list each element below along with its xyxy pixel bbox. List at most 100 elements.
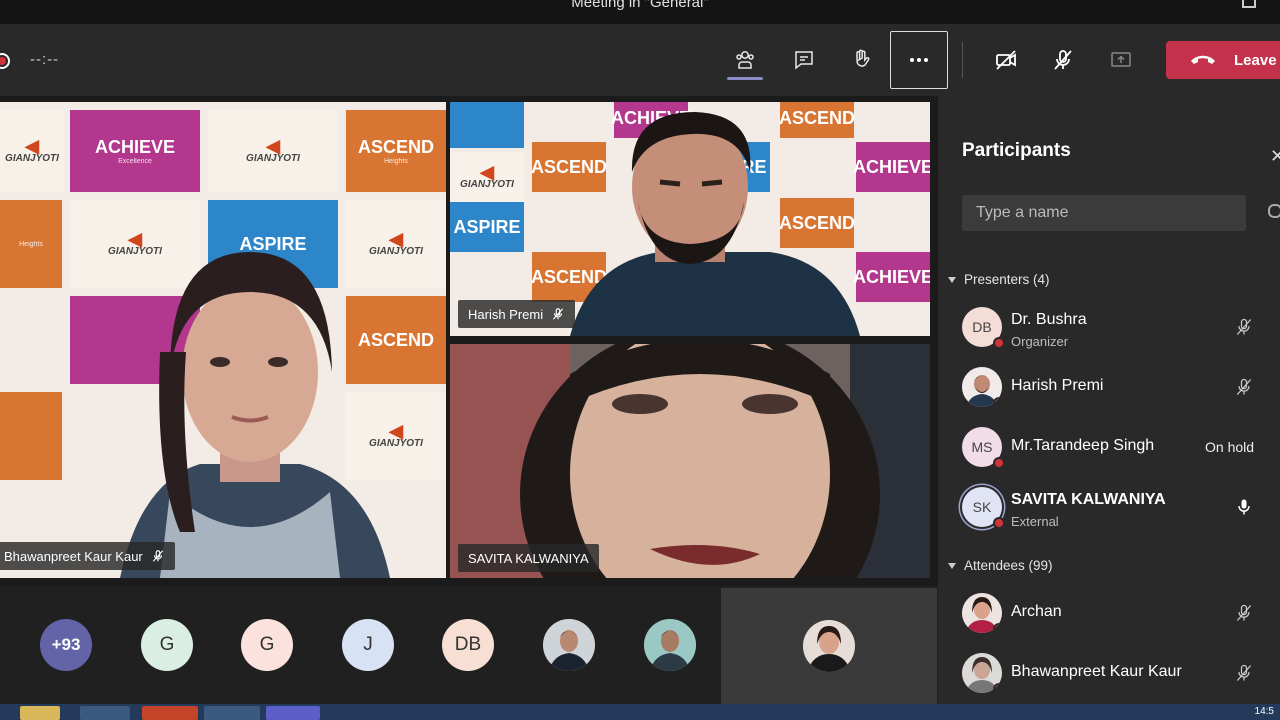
backdrop-logo: ◀ GIANJYOTI — [0, 110, 64, 192]
share-screen-button[interactable] — [1098, 36, 1144, 84]
camera-off-icon — [996, 50, 1016, 70]
presence-busy-icon — [993, 397, 1002, 407]
participants-icon — [736, 51, 754, 69]
more-options-icon — [910, 58, 928, 62]
more-options-button[interactable] — [890, 31, 948, 89]
teams-icon[interactable] — [266, 706, 320, 720]
backdrop-ascend: ASCEND Heights — [346, 110, 446, 192]
participant-avatar[interactable]: J — [342, 619, 394, 671]
mic-on-icon — [1238, 499, 1250, 515]
leave-label: Leave — [1234, 51, 1277, 69]
participant-row[interactable]: SK SAVITA KALWANIYA External — [958, 479, 1280, 535]
taskbar-app-icon[interactable] — [80, 706, 130, 720]
title-bar: Meeting in "General" — [0, 0, 1280, 24]
file-explorer-icon[interactable] — [20, 706, 60, 720]
meeting-timer: --:-- — [30, 51, 60, 68]
overflow-participants-row: +93 G G J DB — [0, 586, 938, 704]
chrome-icon[interactable] — [204, 706, 260, 720]
participant-avatar — [962, 593, 1002, 633]
participant-name: Bhawanpreet Kaur Kaur — [1011, 663, 1182, 680]
share-screen-icon — [1111, 52, 1131, 67]
participant-video-feed — [450, 344, 930, 578]
toolbar-divider — [962, 42, 963, 78]
presence-busy-icon — [993, 457, 1005, 469]
participant-name: SAVITA KALWANIYA — [1011, 491, 1166, 508]
participant-name: Harish Premi — [468, 306, 544, 322]
participant-name: SAVITA KALWANIYA — [468, 550, 589, 566]
participant-avatar — [962, 653, 1002, 693]
mic-off-icon — [1236, 604, 1252, 621]
participant-name-tag: Harish Premi — [458, 300, 576, 328]
video-tile-bhawanpreet[interactable]: ◀ GIANJYOTI ACHIEVE Excellence ◀ GIANJYOTI … — [0, 102, 446, 578]
participant-row[interactable]: DB Dr. Bushra Organizer — [958, 299, 1280, 355]
panel-title: Participants — [962, 140, 1071, 161]
close-icon[interactable]: ✕ — [1270, 146, 1280, 167]
chevron-down-icon — [948, 562, 956, 569]
share-invite-icon[interactable] — [1268, 204, 1280, 218]
presence-busy-icon — [993, 517, 1005, 529]
avatar-photo — [543, 619, 595, 671]
presence-busy-icon — [993, 337, 1005, 349]
participant-role: External — [1011, 514, 1059, 529]
participant-video-feed — [570, 112, 860, 336]
hang-up-icon — [1191, 55, 1215, 64]
presence-busy-icon — [993, 683, 1002, 693]
participant-search-input[interactable] — [962, 195, 1246, 231]
chevron-down-icon — [948, 276, 956, 283]
backdrop-ascend — [0, 392, 62, 480]
participant-name: Bhawanpreet Kaur Kaur — [4, 548, 143, 564]
participant-row[interactable]: Harish Premi — [958, 359, 1280, 415]
self-video-preview[interactable] — [721, 588, 937, 704]
participant-avatar[interactable]: DB — [442, 619, 494, 671]
mic-off-icon — [1236, 318, 1252, 335]
attendees-section-header[interactable]: Attendees (99) — [948, 558, 1053, 573]
chat-button[interactable] — [781, 36, 827, 84]
section-label: Attendees (99) — [964, 558, 1053, 573]
participant-avatar — [962, 367, 1002, 407]
participant-name: Archan — [1011, 603, 1062, 620]
clock: 14:5 — [1254, 706, 1274, 717]
participants-button[interactable] — [722, 36, 768, 84]
leave-button[interactable]: Leave — [1166, 41, 1280, 79]
teams-meeting-window: Meeting in "General" --:-- Leave ◀ GIANJ… — [0, 0, 1280, 720]
raise-hand-icon — [856, 49, 870, 67]
participant-name-tag: SAVITA KALWANIYA — [458, 544, 599, 572]
more-participants-button[interactable]: +93 — [40, 619, 92, 671]
mic-off-icon — [1236, 378, 1252, 395]
participant-name: Dr. Bushra — [1011, 311, 1087, 328]
recording-icon — [0, 53, 10, 69]
backdrop-achieve: ACHIEVE Excellence — [70, 110, 200, 192]
mic-off-icon — [553, 308, 564, 320]
avatar-photo — [803, 620, 855, 672]
backdrop-achieve: ACHIEVE — [853, 142, 930, 192]
participant-avatar[interactable]: G — [141, 619, 193, 671]
camera-toggle-button[interactable] — [983, 36, 1029, 84]
mic-off-icon — [152, 550, 163, 562]
backdrop-ascend: Heights — [0, 200, 62, 288]
participant-avatar-photo[interactable] — [644, 619, 696, 671]
participant-avatar: DB — [962, 307, 1005, 349]
meeting-toolbar: --:-- Leave — [0, 24, 1280, 96]
backdrop-logo: ◀ GIANJYOTI — [208, 110, 338, 192]
participant-row[interactable]: Bhawanpreet Kaur Kaur — [958, 645, 1280, 701]
participant-role: Organizer — [1011, 334, 1069, 349]
video-tile-harish[interactable]: ACHIEVE ASCEND ◀GIANJYOTI ASCEND ASPIRE … — [450, 102, 930, 336]
avatar-photo — [644, 619, 696, 671]
presence-busy-icon — [993, 623, 1002, 633]
backdrop-logo: ◀ GIANJYOTI — [450, 152, 524, 202]
participants-panel: Participants ✕ Presenters (4) DB Dr. Bus… — [938, 96, 1280, 704]
popout-icon[interactable] — [1242, 0, 1256, 8]
mic-off-icon — [1054, 50, 1072, 70]
participant-avatar: MS — [962, 427, 1005, 469]
mic-toggle-button[interactable] — [1040, 36, 1086, 84]
powerpoint-icon[interactable] — [142, 706, 198, 720]
backdrop-aspire — [450, 102, 524, 148]
participant-row[interactable]: Archan — [958, 585, 1280, 641]
participant-row[interactable]: MS Mr.Tarandeep Singh On hold — [958, 419, 1280, 475]
participant-avatar-photo[interactable] — [543, 619, 595, 671]
participant-name: Mr.Tarandeep Singh — [1011, 437, 1155, 454]
raise-hand-button[interactable] — [838, 36, 884, 84]
video-tile-savita[interactable]: SAVITA KALWANIYA — [450, 344, 930, 578]
participant-avatar[interactable]: G — [241, 619, 293, 671]
presenters-section-header[interactable]: Presenters (4) — [948, 272, 1050, 287]
